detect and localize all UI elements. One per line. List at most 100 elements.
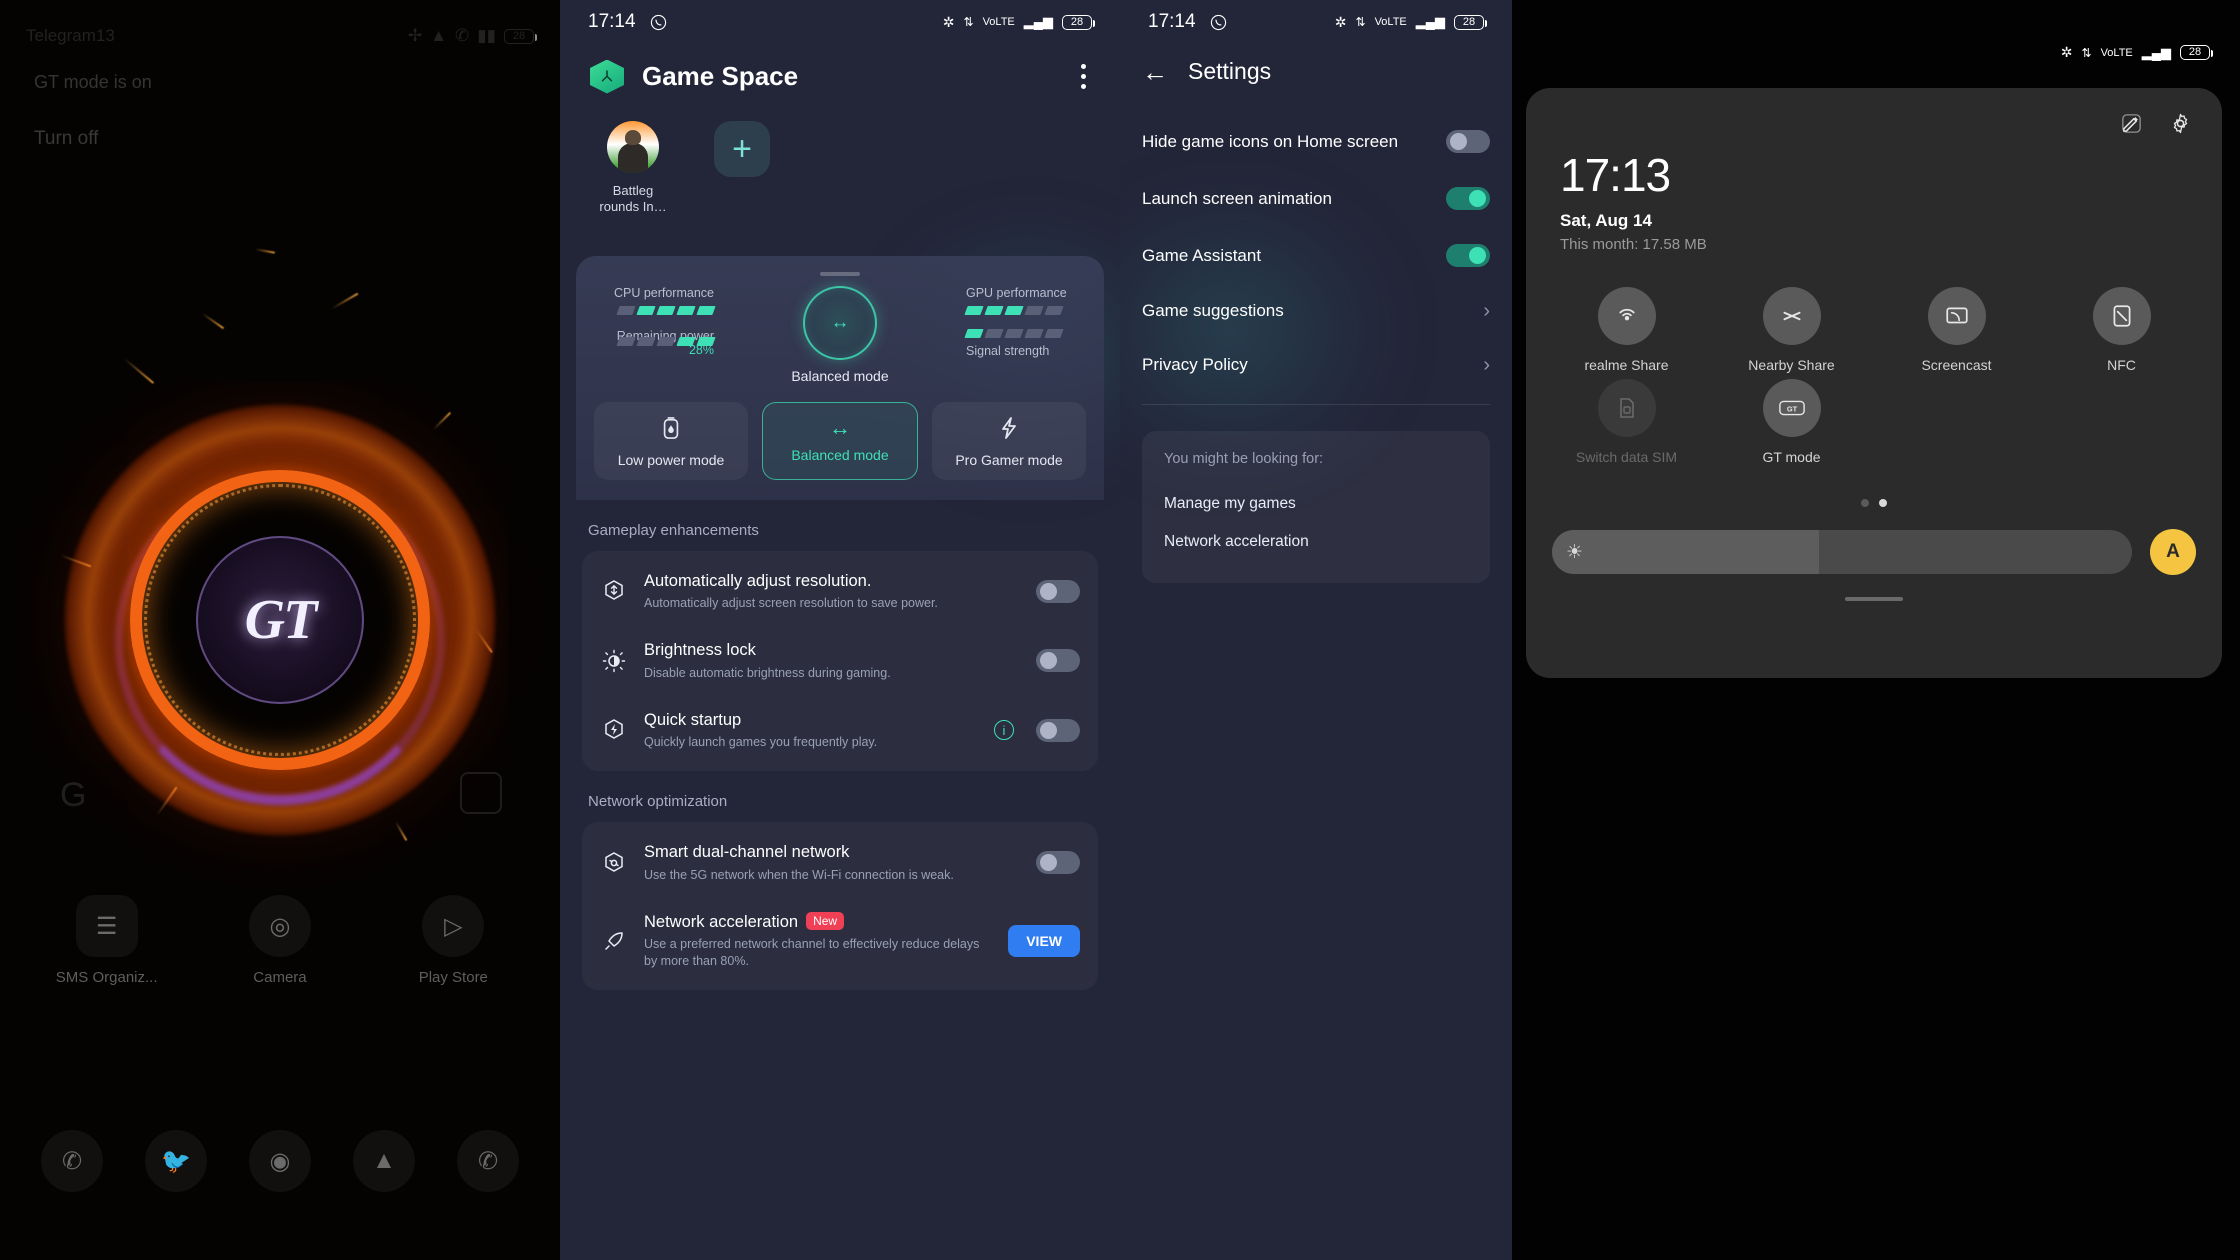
toggle-game-assistant[interactable] [1446,244,1490,267]
add-game-button[interactable]: + [714,121,770,177]
dock-app-chrome[interactable]: ◉ [228,1130,332,1204]
edit-icon[interactable] [2120,112,2143,141]
dock-app-phone[interactable]: ✆ [20,1130,124,1204]
sheet-handle[interactable] [1845,597,1903,602]
quick-tile-nearby-share[interactable]: Nearby Share [1709,287,1874,373]
resolution-icon [600,577,628,605]
dock-app-whatsapp[interactable]: ✆ [436,1130,540,1204]
quick-tile-label: Switch data SIM [1575,449,1678,466]
game-space-icon [590,59,624,94]
row-quick-startup[interactable]: Quick startup Quickly launch games you f… [582,696,1098,766]
toggle-smart-dual-channel[interactable] [1036,851,1080,875]
row-smart-dual-channel[interactable]: Smart dual-channel network Use the 5G ne… [582,828,1098,898]
home-app-sms[interactable]: ☰ SMS Organiz... [52,895,162,986]
toggle-hide-game-icons[interactable] [1446,130,1490,153]
setting-label: Launch screen animation [1142,188,1332,208]
gt-mode-turn-off-button[interactable]: Turn off [34,128,98,150]
volte-icon: VoLTE [1374,16,1407,28]
toggle-auto-resolution[interactable] [1036,579,1080,603]
row-brightness-lock[interactable]: Brightness lock Disable automatic bright… [582,626,1098,696]
brightness-slider[interactable]: ☀ [1552,530,2132,575]
battery-icon: 28 [2180,45,2213,60]
row-title-text: Network acceleration [644,912,799,931]
looking-for-heading: You might be looking for: [1164,451,1324,467]
whatsapp-icon [650,14,667,31]
clock-date: Sat, Aug 14 [1560,211,1652,231]
setting-launch-screen-animation[interactable]: Launch screen animation [1142,170,1490,227]
page-dot-active[interactable] [1879,499,1887,508]
row-auto-resolution[interactable]: Automatically adjust resolution. Automat… [582,557,1098,627]
game-space-panel: 17:14 ✲ ⇅ VoLTE ▂▄▆ 28 Game Space Battle… [560,0,1120,1260]
mode-balanced[interactable]: ↔ Balanced mode [762,401,918,480]
mode-pro-gamer[interactable]: Pro Gamer mode [932,401,1086,480]
gameplay-enhancements-card: Automatically adjust resolution. Automat… [582,550,1098,771]
setting-game-assistant[interactable]: Game Assistant [1142,227,1490,284]
home-app-camera[interactable]: ◎ Camera [225,895,335,986]
toggle-brightness-lock[interactable] [1036,649,1080,673]
volte-icon: VoLTE [2100,46,2133,59]
lightning-icon [936,416,1082,444]
auto-brightness-button[interactable]: A [2150,529,2196,576]
home-app-play-store[interactable]: ▷ Play Store [398,895,508,986]
back-arrow-icon[interactable]: ← [1142,59,1168,85]
balanced-icon: ↔ [829,414,851,440]
mode-low-power[interactable]: Low power mode [594,401,748,480]
battery-icon: 28 [504,28,537,44]
info-icon[interactable]: i [994,720,1014,741]
network-section-title: Network optimization [588,793,728,810]
dock-app-twitter[interactable]: 🐦 [124,1130,228,1204]
kebab-menu-icon[interactable] [1075,58,1092,95]
page-title: Game Space [642,61,799,91]
toggle-quick-startup[interactable] [1036,718,1080,742]
chevron-right-icon: › [1483,300,1490,322]
quick-settings-grid: realme Share Nearby Share Screencast NFC… [1526,253,2222,465]
looking-for-card: You might be looking for: Manage my game… [1142,431,1490,583]
page-title: Settings [1188,58,1272,84]
settings-list: Hide game icons on Home screen Launch sc… [1120,85,1512,405]
game-tile[interactable]: Battleg rounds In… [594,121,672,216]
widget-ghost-icon [460,772,502,814]
quick-tile-gt-mode[interactable]: GT GT mode [1709,379,1874,465]
panel2-status-bar: 17:14 ✲ ⇅ VoLTE ▂▄▆ 28 [560,0,1120,44]
drag-handle[interactable] [820,271,860,276]
setting-game-suggestions[interactable]: Game suggestions › [1142,284,1490,338]
setting-label: Game suggestions [1142,301,1284,320]
setting-hide-game-icons[interactable]: Hide game icons on Home screen [1142,113,1490,170]
quick-tile-switch-data-sim[interactable]: Switch data SIM [1544,379,1709,465]
network-optimization-card: Smart dual-channel network Use the 5G ne… [582,822,1098,990]
status-time: 17:14 [588,11,636,32]
realme-share-icon [1597,287,1656,346]
setting-privacy-policy[interactable]: Privacy Policy › [1142,338,1490,392]
quick-tile-screencast[interactable]: Screencast [1874,287,2039,373]
performance-dial[interactable]: ↔ Balanced mode [770,285,910,384]
looking-for-network-acceleration[interactable]: Network acceleration [1164,523,1468,561]
bluetooth-icon: ✲ [1334,13,1347,30]
phone-icon: ✆ [41,1130,103,1192]
whatsapp-icon [1210,14,1227,31]
dock-app-photos[interactable]: ▲ [332,1130,436,1204]
new-badge: New [806,911,845,930]
quick-tile-label: GT mode [1762,449,1821,466]
quick-tile-label: NFC [2107,357,2136,374]
rocket-icon [600,927,628,955]
row-desc: Disable automatic brightness during gami… [644,665,891,680]
photos-icon: ▲ [353,1130,415,1192]
quick-tile-nfc[interactable]: NFC [2039,287,2204,373]
data-usage-text: This month: 17.58 MB [1560,236,1707,254]
setting-label: Game Assistant [1142,245,1262,265]
gameplay-section-title: Gameplay enhancements [588,521,759,539]
looking-for-manage-my-games[interactable]: Manage my games [1164,485,1468,523]
row-network-acceleration[interactable]: Network acceleration New Use a preferred … [582,898,1098,984]
game-list: Battleg rounds In… + [560,95,1120,216]
gear-icon[interactable] [2169,112,2192,141]
page-dot[interactable] [1861,499,1869,508]
setting-label: Privacy Policy [1142,355,1248,374]
view-button[interactable]: VIEW [1008,924,1080,957]
toggle-launch-screen-animation[interactable] [1446,187,1490,210]
control-center-clock: 17:13 Sat, Aug 14 This month: 17.58 MB [1526,141,2222,254]
nearby-share-icon [1762,287,1821,346]
status-time: 17:14 [1148,11,1196,32]
home-app-label: SMS Organiz... [55,969,158,986]
quick-tile-realme-share[interactable]: realme Share [1544,287,1709,373]
panel1-status-text: Telegram13 [26,26,115,45]
